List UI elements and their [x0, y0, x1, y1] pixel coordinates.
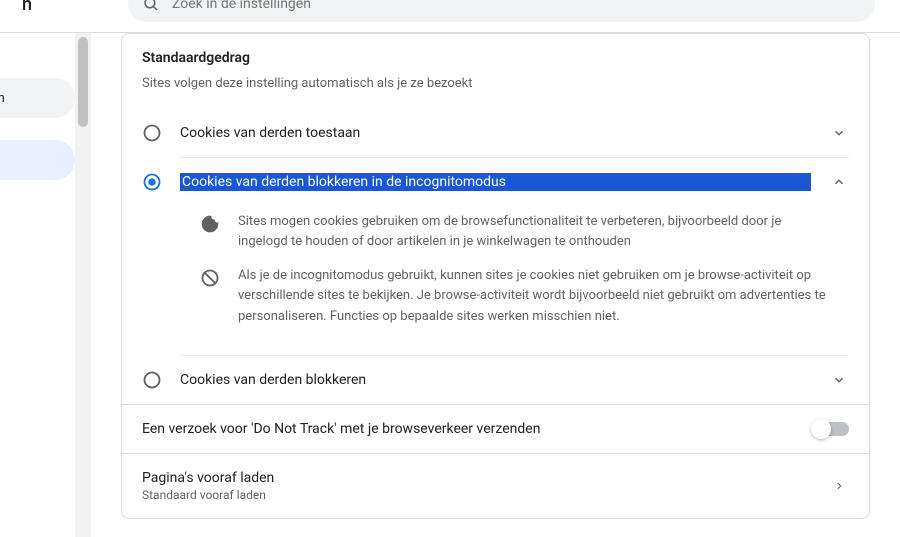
preload-row[interactable]: Pagina's vooraf laden Standaard vooraf l…: [122, 454, 869, 518]
radio-unchecked-icon: [142, 123, 162, 143]
sidebar: ullen en iging r: [0, 33, 75, 537]
toggle-knob: [811, 419, 831, 439]
sidebar-item[interactable]: r: [0, 310, 75, 350]
settings-search[interactable]: [128, 0, 875, 22]
section-heading: Standaardgedrag: [142, 50, 849, 66]
scrollbar-thumb[interactable]: [78, 37, 88, 127]
vertical-scrollbar[interactable]: [75, 33, 91, 537]
description-text: Als je de incognitomodus gebruikt, kunne…: [238, 266, 829, 326]
sidebar-item-active[interactable]: iging: [0, 140, 75, 180]
preload-subtitle: Standaard vooraf laden: [142, 488, 817, 502]
do-not-track-row: Een verzoek voor 'Do Not Track' met je b…: [122, 405, 869, 453]
radio-label: Cookies van derden toestaan: [180, 125, 811, 141]
chevron-up-icon[interactable]: [829, 172, 849, 192]
dnt-toggle[interactable]: [813, 422, 849, 436]
radio-unchecked-icon: [142, 370, 162, 390]
dnt-label: Een verzoek voor 'Do Not Track' met je b…: [142, 421, 801, 437]
cookie-icon: [200, 214, 220, 234]
radio-option-allow[interactable]: Cookies van derden toestaan: [142, 109, 849, 157]
radio-option-block-all[interactable]: Cookies van derden blokkeren: [142, 356, 849, 404]
expanded-description: Sites mogen cookies gebruiken om de brow…: [142, 206, 849, 355]
sidebar-item[interactable]: ullen en: [0, 78, 75, 118]
radio-option-block-incognito[interactable]: Cookies van derden blokkeren in de incog…: [142, 158, 849, 206]
radio-checked-icon: [142, 172, 162, 192]
page-title-fragment: n: [0, 0, 32, 15]
radio-label-selected: Cookies van derden blokkeren in de incog…: [180, 173, 811, 191]
preload-title: Pagina's vooraf laden: [142, 470, 817, 486]
search-input[interactable]: [172, 0, 861, 12]
sidebar-item-label: ullen en: [0, 91, 5, 106]
chevron-down-icon[interactable]: [829, 123, 849, 143]
chevron-right-icon: [829, 476, 849, 496]
chevron-down-icon[interactable]: [829, 370, 849, 390]
radio-label: Cookies van derden blokkeren: [180, 372, 811, 388]
block-icon: [200, 268, 220, 288]
section-subheading: Sites volgen deze instelling automatisch…: [142, 76, 849, 91]
search-icon: [142, 0, 160, 13]
description-text: Sites mogen cookies gebruiken om de brow…: [238, 212, 829, 252]
